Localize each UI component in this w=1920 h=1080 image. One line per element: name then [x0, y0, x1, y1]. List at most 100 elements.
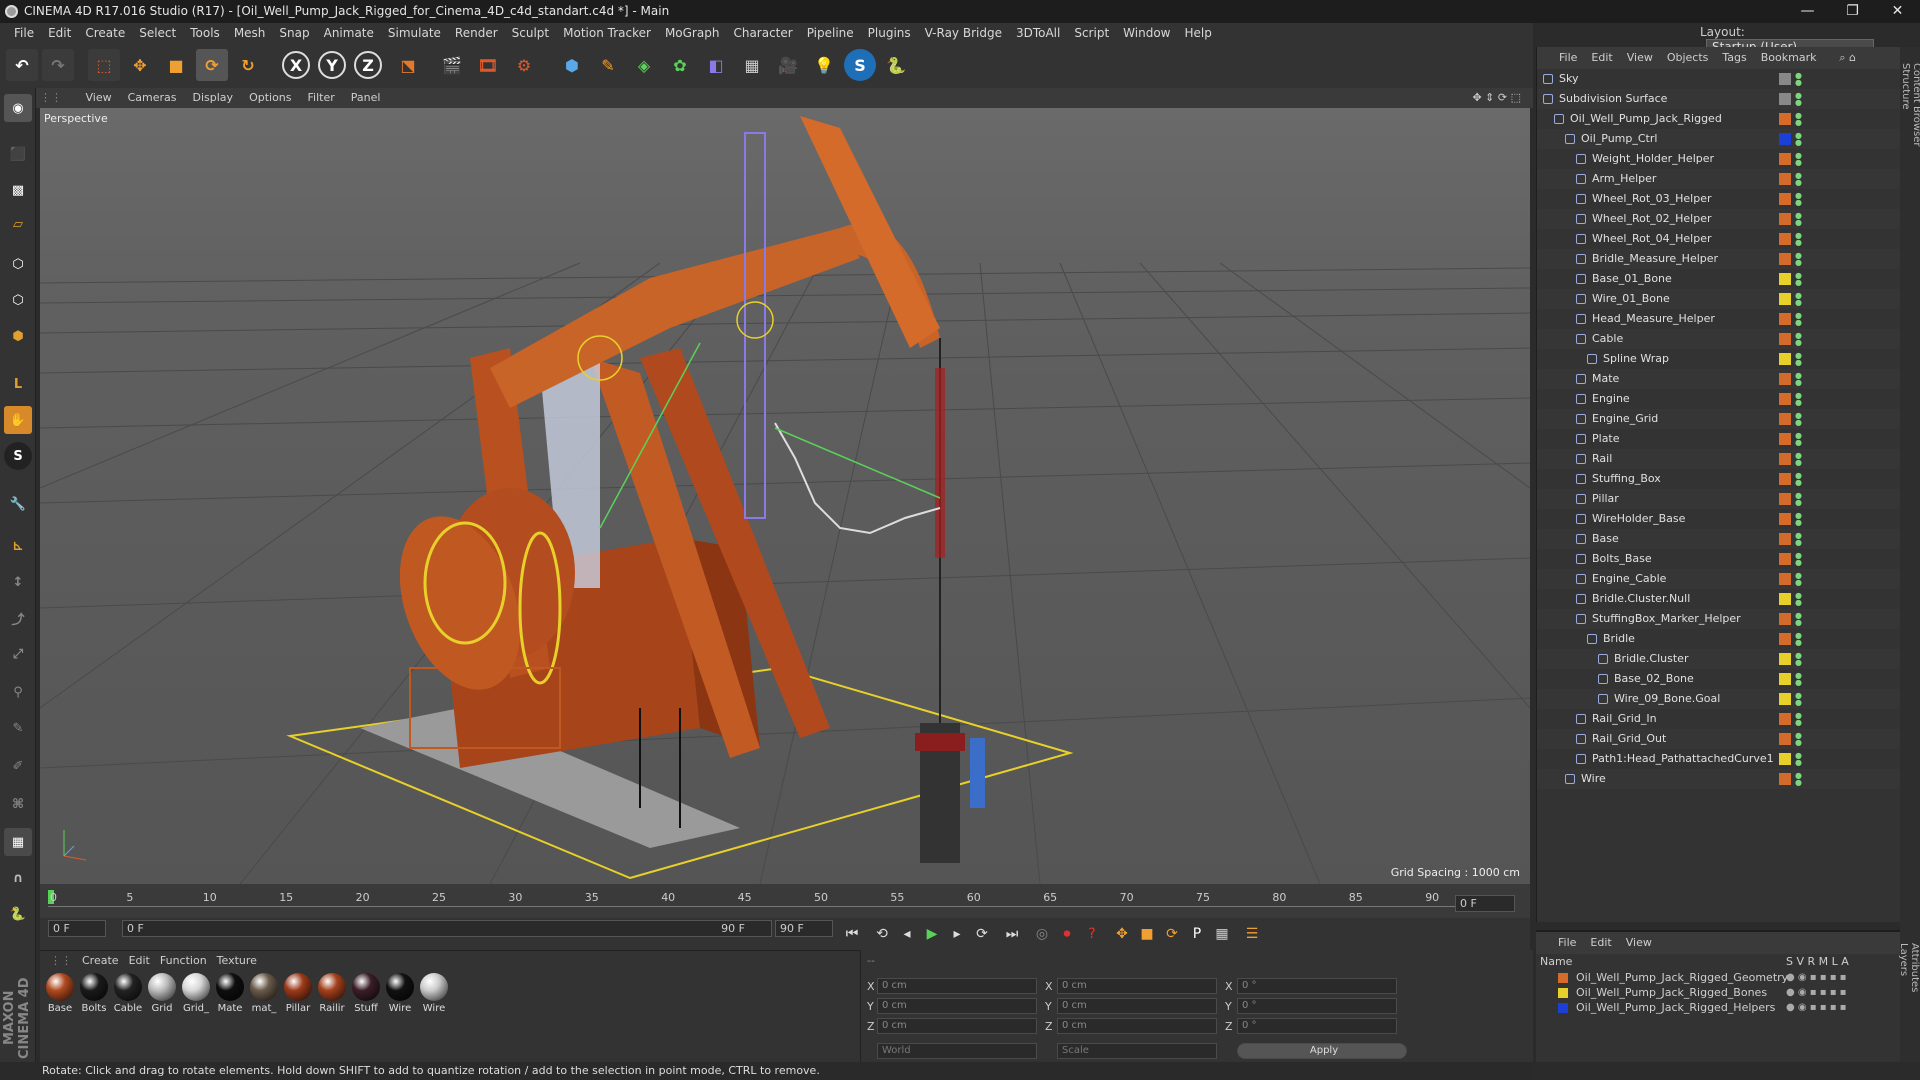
menu-snap[interactable]: Snap: [272, 26, 316, 40]
material-swatch[interactable]: Cable: [112, 973, 144, 1014]
object-row[interactable]: Base_02_Bone ● ●: [1537, 669, 1901, 689]
goto-end-icon[interactable]: ⏭: [1000, 922, 1024, 946]
subdivision-surface-icon[interactable]: ◈: [628, 49, 660, 81]
object-row[interactable]: Bridle.Cluster.Null ● ●: [1537, 589, 1901, 609]
mograph-cloner-icon[interactable]: ✿: [664, 49, 696, 81]
end-frame-field[interactable]: 90 F: [775, 920, 833, 937]
menu-edit[interactable]: Edit: [41, 26, 78, 40]
visibility-dots-icon[interactable]: ● ●: [1795, 492, 1803, 507]
visibility-dots-icon[interactable]: ● ●: [1795, 232, 1803, 247]
viewport-menu-options[interactable]: Options: [241, 91, 299, 104]
rot-h-field[interactable]: 0 °: [1237, 978, 1397, 994]
visibility-dots-icon[interactable]: ● ●: [1795, 532, 1803, 547]
object-row[interactable]: Engine_Cable ● ●: [1537, 569, 1901, 589]
rotate-icon[interactable]: ⟳: [196, 49, 228, 81]
menu-tools[interactable]: Tools: [183, 26, 227, 40]
visibility-dots-icon[interactable]: ● ●: [1795, 352, 1803, 367]
viewport-menu-filter[interactable]: Filter: [300, 91, 343, 104]
menu-help[interactable]: Help: [1177, 26, 1218, 40]
object-row[interactable]: Engine_Grid ● ●: [1537, 409, 1901, 429]
visibility-dots-icon[interactable]: ● ●: [1795, 212, 1803, 227]
visibility-dots-icon[interactable]: ● ●: [1795, 672, 1803, 687]
object-row[interactable]: Bridle.Cluster ● ●: [1537, 649, 1901, 669]
make-editable-icon[interactable]: ◉: [4, 94, 32, 122]
visibility-dots-icon[interactable]: ● ●: [1795, 552, 1803, 567]
object-row[interactable]: Stuffing_Box ● ●: [1537, 469, 1901, 489]
object-row[interactable]: Plate ● ●: [1537, 429, 1901, 449]
coordinate-system-icon[interactable]: ⬔: [392, 49, 424, 81]
object-row[interactable]: Base ● ●: [1537, 529, 1901, 549]
python-console-icon[interactable]: 🐍: [4, 900, 32, 928]
axis-mode-icon[interactable]: L: [4, 370, 32, 398]
menu-sculpt[interactable]: Sculpt: [505, 26, 556, 40]
visibility-dots-icon[interactable]: ● ●: [1795, 172, 1803, 187]
menu-select[interactable]: Select: [132, 26, 183, 40]
object-row[interactable]: Oil_Pump_Ctrl ● ●: [1537, 129, 1901, 149]
planar-workplane-icon[interactable]: ⊾: [4, 532, 32, 560]
object-row[interactable]: Wheel_Rot_02_Helper ● ●: [1537, 209, 1901, 229]
object-menu-edit[interactable]: Edit: [1591, 51, 1626, 64]
viewport-menu-panel[interactable]: Panel: [343, 91, 389, 104]
menu-mesh[interactable]: Mesh: [227, 26, 273, 40]
side-tab-layers[interactable]: Layers: [1898, 943, 1909, 992]
object-row[interactable]: WireHolder_Base ● ●: [1537, 509, 1901, 529]
visibility-dots-icon[interactable]: ● ●: [1795, 452, 1803, 467]
side-tab-structure[interactable]: Structure: [1900, 63, 1911, 146]
camera-icon[interactable]: 🎥: [772, 49, 804, 81]
frame-range-slider[interactable]: 0 F 90 F: [122, 920, 772, 937]
visibility-dots-icon[interactable]: ● ●: [1795, 312, 1803, 327]
visibility-dots-icon[interactable]: ● ●: [1795, 632, 1803, 647]
z-axis-lock-button[interactable]: Z: [354, 51, 382, 79]
size-z-field[interactable]: 0 cm: [1057, 1018, 1217, 1034]
visibility-dots-icon[interactable]: ● ●: [1795, 712, 1803, 727]
object-menu-bookmark[interactable]: Bookmark: [1761, 51, 1831, 64]
floor-icon[interactable]: ▦: [736, 49, 768, 81]
object-menu-objects[interactable]: Objects: [1667, 51, 1723, 64]
visibility-dots-icon[interactable]: ● ●: [1795, 112, 1803, 127]
object-row[interactable]: Bridle ● ●: [1537, 629, 1901, 649]
scale-icon[interactable]: ■: [160, 49, 192, 81]
apply-button[interactable]: Apply: [1237, 1043, 1407, 1059]
layer-menu-file[interactable]: File: [1558, 936, 1590, 949]
visibility-dots-icon[interactable]: ● ●: [1795, 472, 1803, 487]
size-x-field[interactable]: 0 cm: [1057, 978, 1217, 994]
spline-pen-icon[interactable]: ✎: [592, 49, 624, 81]
tweak-mode-icon[interactable]: ✋: [4, 406, 32, 434]
object-row[interactable]: Rail ● ●: [1537, 449, 1901, 469]
material-swatch[interactable]: mat_: [248, 973, 280, 1014]
material-menu-create[interactable]: Create: [80, 954, 127, 967]
layer-menu-view[interactable]: View: [1626, 936, 1666, 949]
viewport-menu-cameras[interactable]: Cameras: [120, 91, 185, 104]
visibility-dots-icon[interactable]: ● ●: [1795, 412, 1803, 427]
object-row[interactable]: Subdivision Surface ● ●: [1537, 89, 1901, 109]
sculpt-tool-icon[interactable]: ⌘: [4, 790, 32, 818]
object-row[interactable]: Path1:Head_PathattachedCurve1 ● ●: [1537, 749, 1901, 769]
material-swatch[interactable]: Pillar: [282, 973, 314, 1014]
loop-icon[interactable]: ⟲: [870, 922, 894, 946]
object-search-icon[interactable]: ⌕ ⌂: [1839, 47, 1870, 69]
viewport-nav-icons[interactable]: ✥ ⇕ ⟳ ⬚: [1464, 88, 1529, 108]
object-row[interactable]: Weight_Holder_Helper ● ●: [1537, 149, 1901, 169]
object-row[interactable]: Spline Wrap ● ●: [1537, 349, 1901, 369]
render-picture-viewer-icon[interactable]: 🎞: [472, 49, 504, 81]
visibility-dots-icon[interactable]: ● ●: [1795, 752, 1803, 767]
cube-primitive-icon[interactable]: ⬢: [556, 49, 588, 81]
viewport-menu-view[interactable]: View: [78, 91, 120, 104]
object-menu-tags[interactable]: Tags: [1722, 51, 1760, 64]
object-menu-file[interactable]: File: [1559, 51, 1591, 64]
object-row[interactable]: Cable ● ●: [1537, 329, 1901, 349]
visibility-dots-icon[interactable]: ● ●: [1795, 192, 1803, 207]
object-row[interactable]: Pillar ● ●: [1537, 489, 1901, 509]
object-row[interactable]: Rail_Grid_In ● ●: [1537, 709, 1901, 729]
layer-row[interactable]: Oil_Well_Pump_Jack_Rigged_Geometry ● ◉ ▪ …: [1536, 970, 1900, 985]
layer-menu-edit[interactable]: Edit: [1590, 936, 1625, 949]
object-row[interactable]: Mate ● ●: [1537, 369, 1901, 389]
step-forward-icon[interactable]: ▸: [945, 922, 969, 946]
object-row[interactable]: Engine ● ●: [1537, 389, 1901, 409]
material-menu-texture[interactable]: Texture: [215, 954, 265, 967]
y-axis-lock-button[interactable]: Y: [318, 51, 346, 79]
weight-tool-icon[interactable]: ⚲: [4, 678, 32, 706]
visibility-dots-icon[interactable]: ● ●: [1795, 272, 1803, 287]
play-icon[interactable]: ▶: [920, 922, 944, 946]
visibility-dots-icon[interactable]: ● ●: [1795, 292, 1803, 307]
